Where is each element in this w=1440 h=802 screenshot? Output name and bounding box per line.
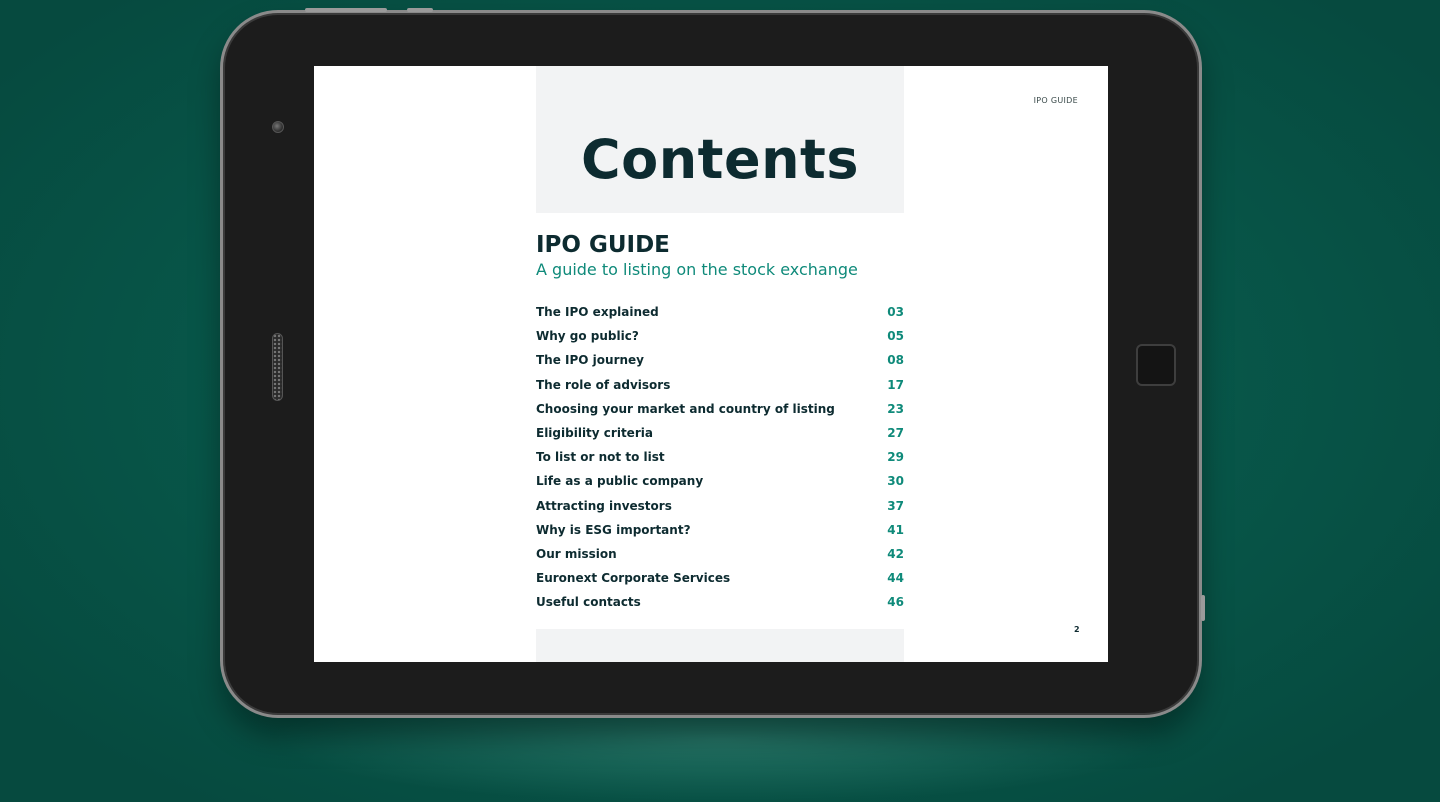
toc-item[interactable]: Useful contacts 46 xyxy=(536,590,904,614)
guide-subtitle: A guide to listing on the stock exchange xyxy=(536,260,858,279)
toc-item-label: Choosing your market and country of list… xyxy=(536,401,835,416)
toc-item[interactable]: The role of advisors 17 xyxy=(536,373,904,397)
toc-item[interactable]: Euronext Corporate Services 44 xyxy=(536,566,904,590)
toc-item-page: 03 xyxy=(887,305,904,320)
toc-item-label: Useful contacts xyxy=(536,595,641,610)
toc-item-label: Why is ESG important? xyxy=(536,522,691,537)
running-head: IPO GUIDE xyxy=(1033,96,1078,105)
camera-icon xyxy=(272,121,284,133)
toc-item-page: 23 xyxy=(887,401,904,416)
toc-item-page: 05 xyxy=(887,329,904,344)
toc-item[interactable]: Eligibility criteria 27 xyxy=(536,421,904,445)
speaker-grille-icon xyxy=(272,333,283,401)
toc-item-label: Eligibility criteria xyxy=(536,426,653,441)
page-number: 2 xyxy=(1074,625,1080,634)
toc-item-page: 30 xyxy=(887,474,904,489)
volume-button[interactable] xyxy=(305,8,387,12)
toc-item-page: 17 xyxy=(887,377,904,392)
toc-item-page: 08 xyxy=(887,353,904,368)
toc-item[interactable]: To list or not to list 29 xyxy=(536,445,904,469)
table-of-contents: The IPO explained 03 Why go public? 05 The… xyxy=(536,300,904,614)
home-button[interactable] xyxy=(1136,344,1176,386)
tablet-screen[interactable]: IPO GUIDE Contents IPO GUIDE A guide to … xyxy=(314,66,1108,662)
toc-item-label: Attracting investors xyxy=(536,498,672,513)
toc-item-page: 37 xyxy=(887,498,904,513)
toc-item-page: 46 xyxy=(887,595,904,610)
power-button[interactable] xyxy=(407,8,433,12)
side-button[interactable] xyxy=(1201,595,1205,621)
contents-title-box: Contents xyxy=(536,66,904,213)
toc-item-page: 44 xyxy=(887,571,904,586)
toc-item-page: 42 xyxy=(887,546,904,561)
toc-item-label: The role of advisors xyxy=(536,377,671,392)
toc-item[interactable]: Attracting investors 37 xyxy=(536,494,904,518)
page-title: Contents xyxy=(580,127,859,191)
toc-item-page: 27 xyxy=(887,426,904,441)
toc-item[interactable]: Why is ESG important? 41 xyxy=(536,518,904,542)
toc-item-page: 41 xyxy=(887,522,904,537)
guide-title: IPO GUIDE xyxy=(536,232,670,258)
toc-item[interactable]: Why go public? 05 xyxy=(536,324,904,348)
toc-item[interactable]: Life as a public company 30 xyxy=(536,469,904,493)
toc-item-page: 29 xyxy=(887,450,904,465)
toc-item-label: The IPO journey xyxy=(536,353,645,368)
toc-item-label: The IPO explained xyxy=(536,305,659,320)
toc-item-label: Our mission xyxy=(536,546,617,561)
toc-item-label: Life as a public company xyxy=(536,474,704,489)
toc-item-label: Euronext Corporate Services xyxy=(536,571,731,586)
toc-item[interactable]: The IPO explained 03 xyxy=(536,300,904,324)
toc-item-label: Why go public? xyxy=(536,329,639,344)
toc-item[interactable]: Our mission 42 xyxy=(536,542,904,566)
toc-item[interactable]: The IPO journey 08 xyxy=(536,348,904,372)
next-section-box xyxy=(536,629,904,662)
toc-item-label: To list or not to list xyxy=(536,450,665,465)
toc-item[interactable]: Choosing your market and country of list… xyxy=(536,397,904,421)
